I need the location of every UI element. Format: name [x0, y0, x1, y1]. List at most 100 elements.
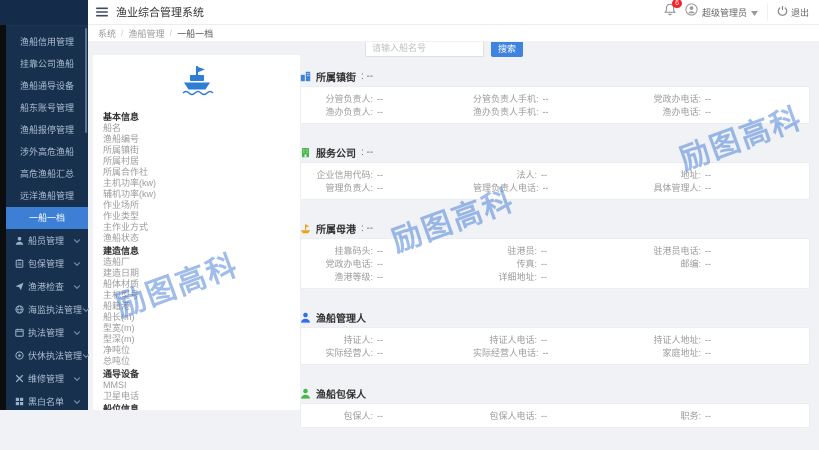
field-cell: 分管负责人:--: [309, 92, 473, 105]
field-value: --: [377, 183, 383, 193]
section: 渔船管理人持证人:--持证人电话:--持证人地址:--实际经营人:--实际经营人…: [300, 311, 810, 365]
globe-icon: [15, 305, 24, 314]
breadcrumb-item[interactable]: 系统: [98, 27, 116, 40]
field-label: 辅机功率(kw): [103, 189, 300, 200]
field-row: 党政办电话:--传真:--邮编:--: [309, 257, 801, 270]
field-label: 渔船编号: [103, 134, 300, 145]
section-header: 渔船包保人: [300, 387, 810, 399]
company-icon: [300, 147, 311, 158]
field-value: --: [541, 411, 547, 421]
sidebar-menu-item[interactable]: 海监执法管理: [6, 298, 88, 321]
vessel-detail-panel: 基本信息船名渔船编号所属镇街所属村居所属合作社主机功率(kw)辅机功率(kw)作…: [93, 55, 300, 410]
field-label: 造船厂: [103, 257, 300, 268]
sidebar-submenu-item[interactable]: 一船一档: [6, 207, 88, 229]
sidebar-submenu-item[interactable]: 渔船信用管理: [6, 31, 88, 53]
sidebar-menu-item[interactable]: 维修管理: [6, 367, 88, 390]
field-value: --: [705, 107, 711, 117]
field-cell: 持证人电话:--: [473, 333, 637, 346]
sidebar-submenu: 渔船信用管理挂靠公司渔船渔船通导设备船东账号管理渔船报停管理涉外高危渔船高危渔船…: [6, 26, 88, 229]
sidebar-menu-label: 渔港检查: [28, 280, 64, 293]
field-label-text: 驻港员电话:: [637, 244, 701, 257]
plane-icon: [15, 282, 24, 291]
field-label: 总吨位: [103, 356, 300, 367]
sidebar-menu-item[interactable]: 包保管理: [6, 252, 88, 275]
section-value: : --: [361, 71, 373, 82]
sidebar-submenu-item[interactable]: 渔船通导设备: [6, 75, 88, 97]
search-input[interactable]: [365, 40, 484, 57]
field-cell: 党政办电话:--: [309, 257, 473, 270]
sidebar-menu-label: 海监执法管理: [28, 303, 82, 316]
section-header: 所属镇街 : --: [300, 70, 810, 82]
field-label: 所属村居: [103, 156, 300, 167]
buildings-icon: [300, 71, 311, 82]
sidebar-menu-item[interactable]: 船员管理: [6, 229, 88, 252]
section-card: 持证人:--持证人电话:--持证人地址:--实际经营人:--实际经营人电话:--…: [300, 327, 810, 365]
notification-bell[interactable]: 6: [664, 3, 676, 21]
field-label: 作业场所: [103, 200, 300, 211]
breadcrumb-item[interactable]: 渔船管理: [129, 27, 165, 40]
field-label-text: 渔港等级:: [309, 270, 373, 283]
sidebar-submenu-item[interactable]: 渔船报停管理: [6, 119, 88, 141]
section: 所属母港: --挂靠码头:--驻港员:--驻港员电话:--党政办电话:--传真:…: [300, 222, 810, 289]
sidebar-submenu-item[interactable]: 挂靠公司渔船: [6, 53, 88, 75]
sidebar-menu-item[interactable]: 执法管理: [6, 321, 88, 344]
field-cell: 渔办电话:--: [637, 105, 801, 118]
field-label-text: 邮编:: [637, 257, 701, 270]
breadcrumb: 系统/渔船管理/一船一档: [88, 25, 819, 42]
field-value: --: [541, 272, 547, 282]
user-menu[interactable]: 超级管理员: [685, 3, 758, 21]
field-label: 所属镇街: [103, 145, 300, 156]
vessel-field-list: 基本信息船名渔船编号所属镇街所属村居所属合作社主机功率(kw)辅机功率(kw)作…: [93, 105, 300, 410]
logout-button[interactable]: 退出: [767, 3, 809, 21]
sidebar-submenu-item[interactable]: 涉外高危渔船: [6, 141, 88, 163]
section-card: 包保人:--包保人电话:--职务:--: [300, 403, 810, 428]
harbor-icon: [300, 223, 311, 234]
field-label: 主机功率(kw): [103, 178, 300, 189]
section-value: : --: [361, 223, 373, 234]
field-label-text: 地址:: [637, 168, 701, 181]
field-label-text: 持证人地址:: [637, 333, 701, 346]
field-label-text: 家庭地址:: [637, 346, 701, 359]
sidebar-menu-item[interactable]: 伏休执法管理: [6, 344, 88, 367]
field-value: --: [705, 170, 711, 180]
sidebar-submenu-item[interactable]: 远洋渔船管理: [6, 185, 88, 207]
field-row: 管理负责人:--管理负责人电话:--具体管理人:--: [309, 181, 801, 194]
field-cell: 持证人地址:--: [637, 333, 801, 346]
field-label-text: 具体管理人:: [637, 181, 701, 194]
field-row: 渔港等级:--详细地址:--: [309, 270, 801, 283]
grid-icon: [15, 397, 24, 406]
calendar-icon: [15, 328, 24, 337]
wrench-icon: [15, 374, 24, 383]
field-value: --: [543, 94, 549, 104]
field-value: --: [377, 94, 383, 104]
field-label-text: 党政办电话:: [309, 257, 373, 270]
menu-toggle-icon[interactable]: [96, 7, 108, 17]
chevron-down-icon: [82, 307, 90, 313]
field-row: 持证人:--持证人电话:--持证人地址:--: [309, 333, 801, 346]
field-cell: 实际经营人电话:--: [473, 346, 637, 359]
sidebar-menu-label: 船员管理: [28, 234, 64, 247]
sidebar-menu-item[interactable]: 渔港检查: [6, 275, 88, 298]
field-label-text: 包保人:: [309, 409, 373, 422]
field-row: 实际经营人:--实际经营人电话:--家庭地址:--: [309, 346, 801, 359]
chevron-down-icon: [82, 353, 90, 359]
field-row: 分管负责人:--分管负责人手机:--党政办电话:--: [309, 92, 801, 105]
power-icon: [777, 3, 788, 21]
field-label: 卫星电话: [103, 391, 300, 402]
field-label: 船名: [103, 123, 300, 134]
field-label-text: 渔办负责人手机:: [473, 105, 539, 118]
breadcrumb-item[interactable]: 一船一档: [177, 27, 213, 40]
sidebar-submenu-item[interactable]: 高危渔船汇总: [6, 163, 88, 185]
chevron-down-icon: [73, 376, 81, 382]
field-value: --: [541, 170, 547, 180]
breadcrumb-separator: /: [121, 28, 124, 38]
sidebar-scrollbar[interactable]: [85, 28, 87, 133]
app-title: 渔业综合管理系统: [116, 4, 204, 20]
sidebar-submenu-item[interactable]: 船东账号管理: [6, 97, 88, 119]
top-header: 渔业综合管理系统 6 超级管理员 退出: [88, 0, 819, 25]
section-title: 所属镇街: [316, 69, 356, 84]
field-cell: 渔港等级:--: [309, 270, 473, 283]
field-label: 型宽(m): [103, 323, 300, 334]
field-cell: 详细地址:--: [473, 270, 637, 283]
person-icon: [15, 236, 24, 245]
